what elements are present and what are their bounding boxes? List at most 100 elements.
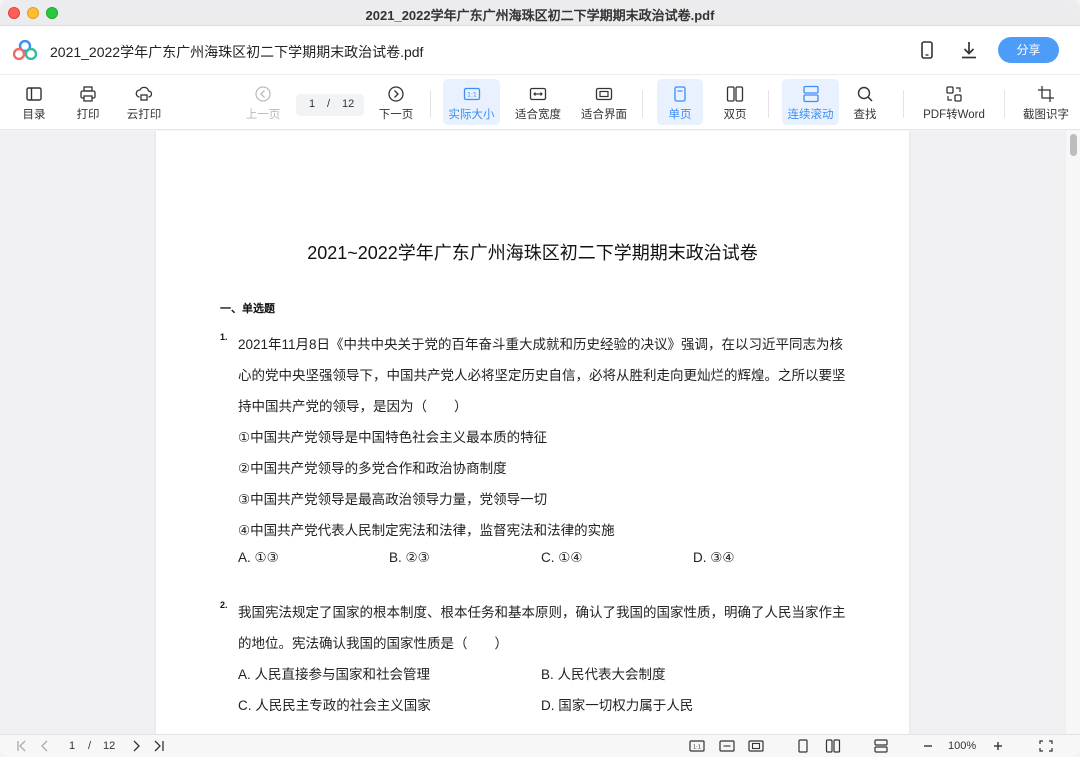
page-separator: / xyxy=(327,98,331,110)
mobile-icon[interactable] xyxy=(916,39,938,61)
question-line: ②中国共产党领导的多党合作和政治协商制度 xyxy=(238,461,507,476)
single-page-icon[interactable] xyxy=(795,739,811,753)
answer-option: C. ①④ xyxy=(541,550,583,565)
question-line: 2021年11月8日《中共中央关于党的百年奋斗重大成就和历史经验的决议》强调，在… xyxy=(238,337,844,352)
toolbar-separator xyxy=(768,90,769,118)
fit-width-icon[interactable] xyxy=(719,739,735,753)
toc-icon xyxy=(26,87,42,101)
zoom-level[interactable]: 100% xyxy=(948,740,976,752)
download-icon[interactable] xyxy=(958,39,980,61)
find-label: 查找 xyxy=(853,109,877,121)
fit-page-icon xyxy=(595,87,613,101)
actual-size-button[interactable]: 1:1 实际大小 xyxy=(443,79,500,125)
pdf-to-word-button[interactable]: PDF转Word xyxy=(918,79,990,125)
svg-text:1:1: 1:1 xyxy=(693,745,701,751)
convert-icon xyxy=(946,86,962,102)
toolbar-separator xyxy=(1004,90,1005,118)
current-page: 1 xyxy=(309,98,316,110)
print-label: 打印 xyxy=(76,109,100,121)
window-title: 2021_2022学年广东广州海珠区初二下学期期末政治试卷.pdf xyxy=(365,8,715,23)
answer-option: D. ③④ xyxy=(693,550,735,565)
chevron-left-circle-icon xyxy=(255,86,271,102)
answer-option: D. 国家一切权力属于人民 xyxy=(541,698,694,713)
double-page-button[interactable]: 双页 xyxy=(712,79,758,125)
svg-text:1:1: 1:1 xyxy=(467,92,477,99)
toolbar-separator xyxy=(642,90,643,118)
continuous-scroll-icon[interactable] xyxy=(873,739,889,753)
cloud-print-icon xyxy=(135,86,153,101)
pdf-to-word-label: PDF转Word xyxy=(923,109,985,121)
next-page-icon[interactable] xyxy=(128,739,144,753)
question-line: 的地位。宪法确认我国的国家性质是（ ） xyxy=(238,636,508,651)
question-line: 我国宪法规定了国家的根本制度、根本任务和基本原则，确认了我国的国家性质，明确了人… xyxy=(238,605,846,620)
question-line: 持中国共产党的领导，是因为（ ） xyxy=(238,399,468,414)
app-logo-icon xyxy=(13,40,37,60)
toolbar-separator xyxy=(903,90,904,118)
status-total-pages: 12 xyxy=(103,740,116,752)
next-page-button[interactable]: 下一页 xyxy=(376,79,416,125)
fit-width-icon xyxy=(529,87,547,101)
prev-page-label: 上一页 xyxy=(245,109,281,121)
double-page-icon[interactable] xyxy=(825,739,841,753)
file-name: 2021_2022学年广东广州海珠区初二下学期期末政治试卷.pdf xyxy=(50,44,424,60)
title-bar: 2021_2022学年广东广州海珠区初二下学期期末政治试卷.pdf xyxy=(0,0,1080,26)
fit-width-button[interactable]: 适合宽度 xyxy=(510,79,566,125)
prev-page-button[interactable]: 上一页 xyxy=(243,79,283,125)
double-page-label: 双页 xyxy=(723,109,747,121)
share-button[interactable]: 分享 xyxy=(998,37,1059,63)
double-page-icon xyxy=(726,86,744,102)
question-line: ④中国共产党代表人民制定宪法和法律，监督宪法和法律的实施 xyxy=(238,523,615,538)
actual-size-icon[interactable]: 1:1 xyxy=(689,739,705,753)
chevron-right-circle-icon xyxy=(388,86,404,102)
vertical-scrollbar[interactable] xyxy=(1066,131,1080,734)
scrollbar-thumb[interactable] xyxy=(1070,134,1077,156)
ocr-label: 截图识字 xyxy=(1023,109,1069,121)
actual-size-label: 实际大小 xyxy=(448,109,495,121)
answer-option: B. 人民代表大会制度 xyxy=(541,667,666,682)
single-page-icon xyxy=(674,86,686,102)
app-window: 2021_2022学年广东广州海珠区初二下学期期末政治试卷.pdf 2021_2… xyxy=(0,0,1080,757)
toc-label: 目录 xyxy=(22,109,46,121)
find-button[interactable]: 查找 xyxy=(846,79,884,125)
cloud-print-button[interactable]: 云打印 xyxy=(122,79,166,125)
document-viewport[interactable]: 2021~2022学年广东广州海珠区初二下学期期末政治试卷 一、单选题 1. 2… xyxy=(0,131,1080,734)
continuous-scroll-icon xyxy=(802,85,819,103)
question-line: ①中国共产党领导是中国特色社会主义最本质的特征 xyxy=(238,430,548,445)
crop-icon xyxy=(1038,86,1054,102)
fit-width-label: 适合宽度 xyxy=(515,109,561,121)
prev-page-icon[interactable] xyxy=(37,739,53,753)
toolbar: 目录 打印 云打印 上一页 下一页 1:1 实际大小 适合宽度 适合界面 单页 … xyxy=(0,75,1080,130)
status-page-separator: / xyxy=(88,740,92,752)
last-page-icon[interactable] xyxy=(151,739,167,753)
zoom-out-icon[interactable] xyxy=(920,739,936,753)
answer-option: A. ①③ xyxy=(238,550,279,565)
fit-page-button[interactable]: 适合界面 xyxy=(576,79,632,125)
actual-size-icon: 1:1 xyxy=(463,87,480,101)
question-line: ③中国共产党领导是最高政治领导力量，党领导一切 xyxy=(238,492,548,507)
print-button[interactable]: 打印 xyxy=(70,79,106,125)
first-page-icon[interactable] xyxy=(14,739,30,753)
single-page-label: 单页 xyxy=(668,109,692,121)
fullscreen-icon[interactable] xyxy=(1038,739,1054,753)
fit-page-label: 适合界面 xyxy=(581,109,627,121)
ocr-button[interactable]: 截图识字 xyxy=(1018,79,1074,125)
fit-page-icon[interactable] xyxy=(748,739,764,753)
toc-button[interactable]: 目录 xyxy=(16,79,52,125)
status-current-page[interactable]: 1 xyxy=(69,740,75,752)
continuous-scroll-label: 连续滚动 xyxy=(787,109,834,121)
answer-option: B. ②③ xyxy=(389,550,430,565)
continuous-scroll-button[interactable]: 连续滚动 xyxy=(782,79,839,125)
app-header: 2021_2022学年广东广州海珠区初二下学期期末政治试卷.pdf 分享 xyxy=(0,26,1080,75)
printer-icon xyxy=(80,86,96,102)
toolbar-separator xyxy=(430,90,431,118)
section-title: 一、单选题 xyxy=(220,303,275,315)
question-number: 2. xyxy=(220,600,228,610)
single-page-button[interactable]: 单页 xyxy=(657,79,703,125)
pdf-page: 2021~2022学年广东广州海珠区初二下学期期末政治试卷 一、单选题 1. 2… xyxy=(156,131,909,734)
question-number: 1. xyxy=(220,332,228,342)
zoom-in-icon[interactable] xyxy=(990,739,1006,753)
question-line: 心的党中央坚强领导下，中国共产党人必将坚定历史自信，必将从胜利走向更灿烂的辉煌。… xyxy=(238,368,846,383)
answer-option: C. 人民民主专政的社会主义国家 xyxy=(238,698,431,713)
page-number-input[interactable]: 1 / 12 xyxy=(296,94,364,116)
next-page-label: 下一页 xyxy=(378,109,414,121)
